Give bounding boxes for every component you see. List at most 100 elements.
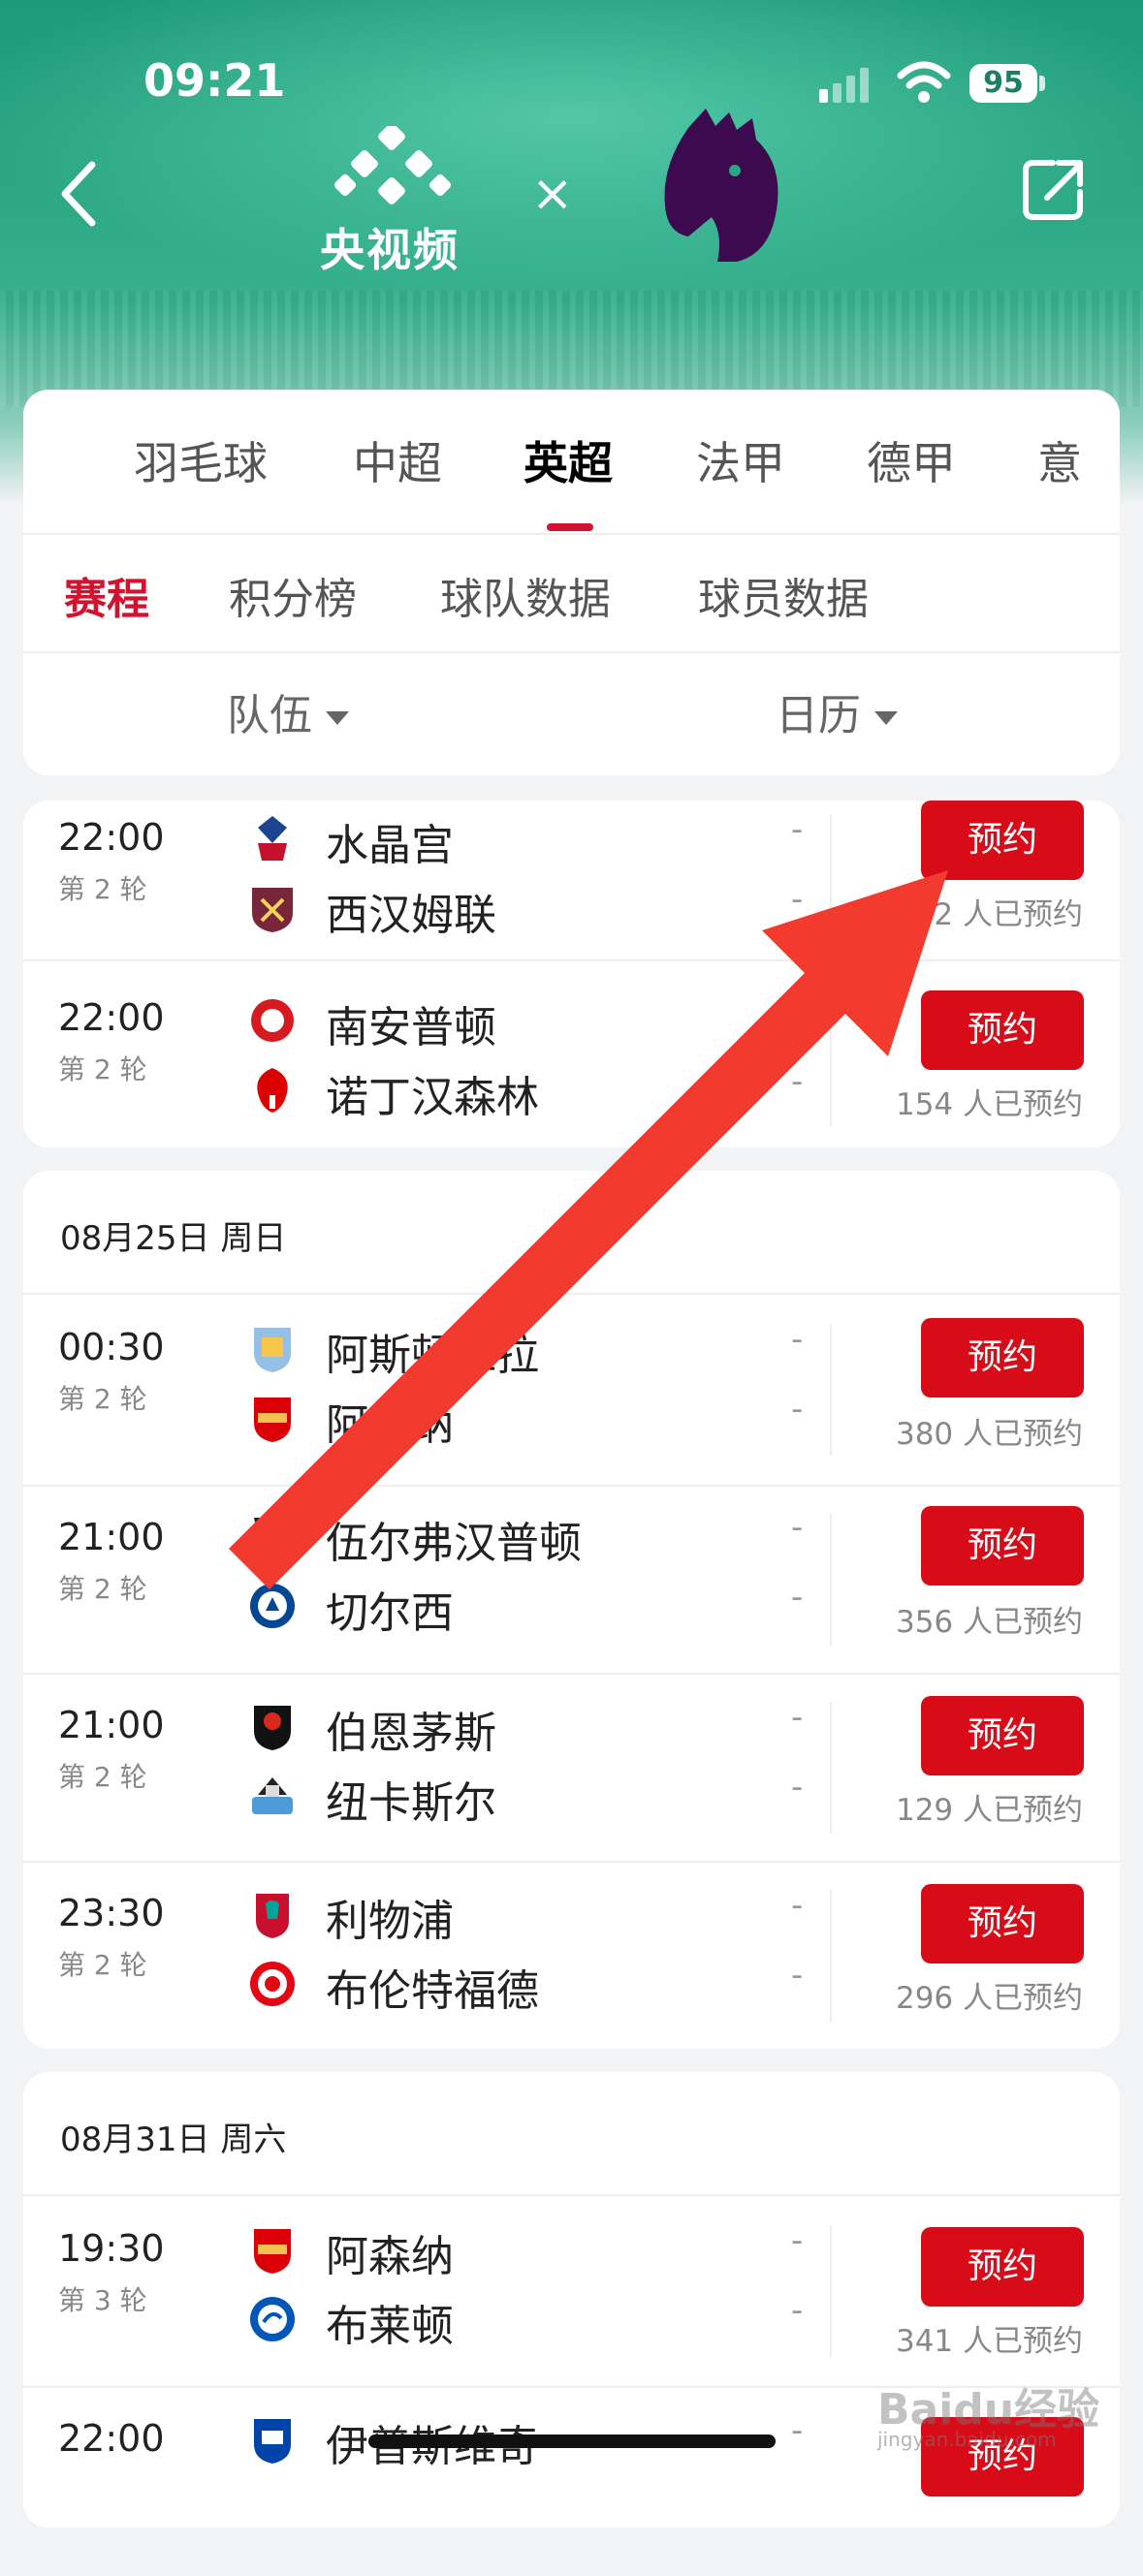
- reserve-button[interactable]: 预约: [921, 1884, 1084, 1963]
- navigation-card: 羽毛球 中超 英超 法甲 德甲 意 赛程 积分榜 球队数据 球员数据 队伍 日历: [23, 390, 1120, 775]
- subtab-schedule[interactable]: 赛程: [64, 564, 149, 626]
- brentford-crest-icon: [250, 1962, 295, 2006]
- match-row[interactable]: 21:00 第 2 轮 伯恩茅斯 - 纽卡斯尔 - 预约 129 人已预约: [23, 1675, 1120, 1863]
- tab-bundesliga[interactable]: 德甲: [867, 428, 956, 492]
- row-divider: [830, 994, 832, 1126]
- tab-serie-a[interactable]: 意: [1037, 428, 1082, 492]
- team-score: -: [791, 1578, 804, 1617]
- tab-ligue1[interactable]: 法甲: [696, 428, 785, 492]
- row-divider: [830, 1324, 832, 1456]
- share-icon[interactable]: [1020, 155, 1088, 223]
- match-row[interactable]: 21:00 第 2 轮 伍尔弗汉普顿 - 切尔西 - 预约 356 人已预约: [23, 1487, 1120, 1675]
- match-time: 19:30: [58, 2227, 165, 2270]
- liverpool-crest-icon: [256, 1894, 289, 1938]
- reserve-count: 129 人已预约: [895, 1793, 1083, 1828]
- team-name: 纽卡斯尔: [326, 1778, 496, 1828]
- bournemouth-crest-icon: [254, 1706, 291, 1750]
- match-row[interactable]: 22:00 第 2 轮 南安普顿 - 诺丁汉森林 - 预约 154 人已预约: [23, 967, 1120, 1155]
- wifi-icon: [897, 61, 951, 103]
- reserve-button[interactable]: 预约: [921, 990, 1084, 1070]
- team-score: -: [791, 1886, 804, 1925]
- reserve-count: 356 人已预约: [895, 1605, 1083, 1640]
- status-time: 09:21: [143, 54, 286, 107]
- reserve-button[interactable]: 预约: [921, 2227, 1084, 2307]
- subtab-team-stats[interactable]: 球队数据: [440, 564, 611, 626]
- caret-down-icon: [874, 711, 898, 725]
- divider: [23, 2194, 1120, 2196]
- team-name: 西汉姆联: [326, 891, 496, 940]
- league-tabs: 羽毛球 中超 英超 法甲 德甲 意: [23, 390, 1120, 535]
- team-score: -: [791, 2291, 804, 2330]
- newcastle-crest-icon: [252, 1777, 293, 1814]
- reserve-count: 341 人已预约: [895, 2324, 1083, 2359]
- brand-name: 央视频: [320, 224, 460, 276]
- reserve-count: 2 人已预约: [934, 897, 1083, 932]
- team-name: 阿森纳: [326, 2232, 454, 2281]
- away-team: 阿森纳 -: [248, 1388, 803, 1450]
- match-round: 第 2 轮: [58, 1949, 147, 1981]
- team-name: 水晶宫: [326, 821, 454, 870]
- team-score: -: [791, 810, 804, 849]
- team-filter-dropdown[interactable]: 队伍: [227, 680, 349, 742]
- team-score: -: [791, 880, 804, 919]
- match-group-card: 08月25日 周日 00:30 第 2 轮 阿斯顿维拉 - 阿森纳 - 预约 3…: [23, 1171, 1120, 2049]
- ipswich-crest-icon: [254, 2419, 291, 2464]
- back-arrow-icon[interactable]: [53, 155, 111, 233]
- calendar-filter-dropdown[interactable]: 日历: [776, 680, 898, 742]
- away-team: 纽卡斯尔 -: [248, 1766, 803, 1828]
- reserve-button[interactable]: 预约: [921, 801, 1084, 880]
- date-header: 08月31日 周六: [60, 2120, 287, 2159]
- row-divider: [830, 1514, 832, 1646]
- reserve-button[interactable]: 预约: [921, 1318, 1084, 1398]
- active-tab-indicator: [547, 523, 593, 531]
- match-round: 第 2 轮: [58, 873, 147, 905]
- match-round: 第 2 轮: [58, 1383, 147, 1415]
- reserve-button[interactable]: 预约: [921, 1696, 1084, 1775]
- team-name: 布莱顿: [326, 2302, 454, 2351]
- tab-badminton[interactable]: 羽毛球: [134, 428, 268, 492]
- arsenal-crest-icon: [254, 2229, 291, 2274]
- divider: [23, 533, 1120, 535]
- reserve-count: 380 人已预约: [895, 1417, 1083, 1452]
- calendar-filter-label: 日历: [776, 691, 861, 740]
- match-row[interactable]: 22:00 第 2 轮 水晶宫 - 西汉姆联 - 预约 2 人已预约: [23, 787, 1120, 975]
- home-team: 水晶宫 -: [248, 808, 803, 870]
- southampton-crest-icon: [251, 999, 294, 1042]
- team-score: -: [791, 2221, 804, 2260]
- nottingham-forest-crest-icon: [257, 1068, 288, 1113]
- subtab-player-stats[interactable]: 球员数据: [698, 564, 869, 626]
- wolves-crest-icon: [254, 1518, 291, 1555]
- tab-csl[interactable]: 中超: [353, 428, 442, 492]
- battery-indicator: 95: [969, 64, 1037, 103]
- away-team: 布莱顿 -: [248, 2289, 803, 2351]
- team-score: -: [791, 1390, 804, 1429]
- team-score: -: [791, 1062, 804, 1101]
- team-score: -: [791, 992, 804, 1031]
- premier-league-lion-icon: [664, 109, 778, 262]
- match-time: 21:00: [58, 1516, 165, 1558]
- match-round: 第 2 轮: [58, 1573, 147, 1605]
- team-score: -: [791, 1508, 804, 1547]
- home-indicator[interactable]: [368, 2435, 776, 2448]
- crystal-palace-crest-icon: [258, 816, 287, 861]
- team-score: -: [791, 1320, 804, 1359]
- cctv-video-logo-icon: [334, 126, 451, 204]
- match-time: 21:00: [58, 1704, 165, 1746]
- cellular-signal-icon: [819, 68, 869, 103]
- date-header: 08月25日 周日: [60, 1219, 287, 1258]
- watermark-url: jingyan.baidu.com: [877, 2428, 1057, 2451]
- reserve-count: 154 人已预约: [895, 1087, 1083, 1122]
- reserve-button[interactable]: 预约: [921, 1506, 1084, 1586]
- team-name: 阿斯顿维拉: [326, 1331, 539, 1380]
- home-team: 阿森纳 -: [248, 2219, 803, 2281]
- match-time: 00:30: [58, 1326, 165, 1368]
- match-row[interactable]: 19:30 第 3 轮 阿森纳 - 布莱顿 - 预约 341 人已预约: [23, 2198, 1120, 2386]
- home-team: 利物浦 -: [248, 1884, 803, 1946]
- match-row[interactable]: 23:30 第 2 轮 利物浦 - 布伦特福德 - 预约 296 人已预约: [23, 1863, 1120, 2051]
- match-group-card: 22:00 第 2 轮 水晶宫 - 西汉姆联 - 预约 2 人已预约 22:00…: [23, 801, 1120, 1147]
- match-row[interactable]: 00:30 第 2 轮 阿斯顿维拉 - 阿森纳 - 预约 380 人已预约: [23, 1297, 1120, 1485]
- tab-premier-league[interactable]: 英超: [524, 428, 613, 492]
- subtab-standings[interactable]: 积分榜: [229, 564, 357, 626]
- reserve-count: 296 人已预约: [895, 1981, 1083, 2016]
- away-team: 西汉姆联 -: [248, 878, 803, 940]
